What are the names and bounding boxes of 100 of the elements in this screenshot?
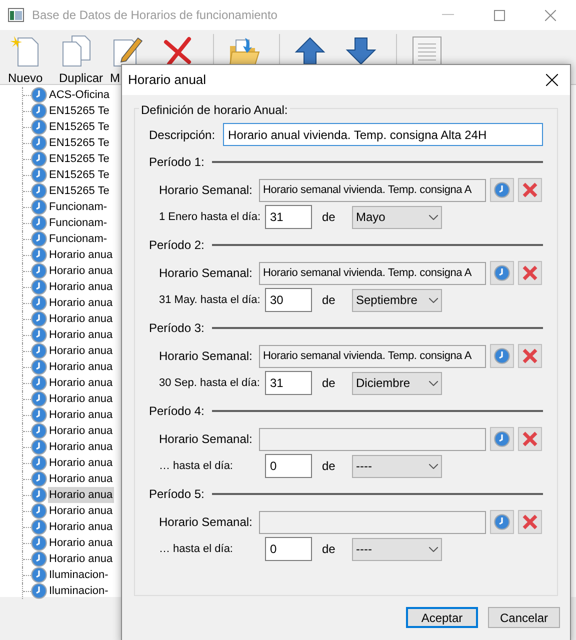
clock-icon: [31, 247, 47, 263]
tree-item[interactable]: Horario anua: [48, 278, 114, 296]
weekly-schedule-label: Horario Semanal:: [159, 431, 254, 448]
clock-icon: [31, 487, 47, 503]
tree-item[interactable]: Funcionam-: [48, 198, 108, 216]
cancel-button[interactable]: Cancelar: [488, 607, 560, 628]
tree-item[interactable]: Horario anua: [48, 502, 114, 520]
tree-item[interactable]: Horario anua: [48, 454, 114, 472]
clear-schedule-button[interactable]: [518, 261, 542, 285]
minimize-icon[interactable]: [442, 14, 454, 16]
tree-item[interactable]: Iluminacion-: [48, 582, 110, 600]
clock-icon: [494, 431, 510, 447]
weekly-schedule-label: Horario Semanal:: [159, 514, 254, 531]
tree-item[interactable]: Horario anua: [48, 262, 114, 280]
accept-button[interactable]: Aceptar: [406, 607, 478, 628]
tree-item[interactable]: Horario anua: [48, 246, 114, 264]
end-day-field[interactable]: 30: [265, 288, 312, 312]
tree-item[interactable]: Iluminacion-: [48, 566, 110, 584]
month-select[interactable]: Mayo: [352, 206, 442, 228]
tree-item[interactable]: Horario anua: [48, 518, 114, 536]
weekly-schedule-field[interactable]: Horario semanal vivienda. Temp. consigna A: [259, 344, 486, 368]
tree-item[interactable]: Funcionam-: [48, 230, 108, 248]
weekly-schedule-field[interactable]: Horario semanal vivienda. Temp. consigna A: [259, 178, 486, 202]
clock-icon: [31, 167, 47, 183]
tree-item[interactable]: Horario anua: [48, 310, 114, 328]
weekly-schedule-label: Horario Semanal:: [159, 182, 254, 199]
of-label: de: [322, 375, 336, 392]
tree-item[interactable]: EN15265 Te: [48, 166, 110, 184]
end-day-field[interactable]: 31: [265, 371, 312, 395]
clock-icon: [31, 471, 47, 487]
month-select[interactable]: Septiembre: [352, 288, 442, 312]
clear-schedule-button[interactable]: [518, 344, 542, 368]
description-field[interactable]: Horario anual vivienda. Temp. consigna Alta 24H: [223, 123, 543, 146]
clock-icon: [494, 182, 510, 198]
clock-icon: [31, 311, 47, 327]
tree-item[interactable]: EN15265 Te: [48, 134, 110, 152]
tree-item[interactable]: Horario anua: [48, 550, 114, 568]
end-day-label: 31 May. hasta el día:: [159, 292, 262, 308]
clock-icon: [31, 423, 47, 439]
clock-icon: [494, 514, 510, 530]
clock-icon: [31, 551, 47, 567]
maximize-icon[interactable]: [494, 10, 505, 20]
tree-item[interactable]: Horario anua: [48, 342, 114, 360]
pick-schedule-button[interactable]: [490, 261, 514, 285]
end-day-label: 1 Enero hasta el día:: [159, 210, 262, 225]
tree-item[interactable]: EN15265 Te: [48, 118, 110, 136]
clock-icon: [31, 263, 47, 279]
tree-item[interactable]: EN15265 Te: [48, 182, 110, 200]
clock-icon: [31, 535, 47, 551]
tree-item[interactable]: Horario anua: [48, 422, 114, 440]
clock-icon: [31, 503, 47, 519]
end-day-label: … hasta el día:: [159, 542, 234, 557]
weekly-schedule-field[interactable]: [259, 428, 486, 450]
clock-icon: [31, 151, 47, 167]
period-title: Período 2:: [149, 237, 204, 254]
month-select[interactable]: Diciembre: [352, 372, 442, 394]
of-label: de: [322, 458, 336, 475]
pick-schedule-button[interactable]: [490, 344, 514, 368]
end-day-field[interactable]: 0: [265, 537, 312, 561]
tree-item[interactable]: Horario anua: [48, 534, 114, 552]
tree-item[interactable]: Horario anua: [48, 294, 114, 312]
description-label: Descripción:: [149, 126, 216, 144]
clock-icon: [31, 135, 47, 151]
tree-item[interactable]: Horario anua: [48, 470, 114, 488]
tree-item[interactable]: Horario anua: [48, 438, 114, 456]
tree-item[interactable]: Horario anua: [48, 390, 114, 408]
of-label: de: [322, 292, 336, 309]
chevron-down-icon: [429, 298, 438, 302]
tree-item[interactable]: Funcionam-: [48, 214, 108, 232]
tree-item[interactable]: EN15265 Te: [48, 102, 110, 120]
weekly-schedule-field[interactable]: [259, 510, 486, 534]
clear-schedule-button[interactable]: [518, 178, 542, 202]
tree-item[interactable]: ACS-Oficina: [48, 86, 111, 104]
month-select[interactable]: ----: [352, 454, 442, 478]
tree-item[interactable]: EN15265 Te: [48, 150, 110, 168]
clear-schedule-button[interactable]: [518, 510, 542, 534]
close-icon[interactable]: [546, 74, 558, 86]
clear-icon: [522, 265, 538, 281]
pick-schedule-button[interactable]: [490, 427, 514, 451]
toolbar-label[interactable]: M: [110, 69, 120, 87]
clock-icon: [31, 375, 47, 391]
end-day-field[interactable]: 31: [265, 205, 312, 229]
end-day-label: … hasta el día:: [159, 458, 234, 474]
tree-item[interactable]: Horario anua: [48, 374, 114, 392]
month-select[interactable]: ----: [352, 538, 442, 560]
pick-schedule-button[interactable]: [490, 178, 514, 202]
clear-schedule-button[interactable]: [518, 427, 542, 451]
chevron-down-icon: [429, 546, 438, 552]
tree-item[interactable]: Horario anua: [48, 486, 114, 504]
toolbar-label[interactable]: Nuevo: [8, 69, 43, 87]
toolbar-label[interactable]: Duplicar: [59, 69, 104, 87]
end-day-field[interactable]: 0: [265, 454, 312, 478]
tree-item[interactable]: Horario anua: [48, 326, 114, 344]
clock-icon: [31, 279, 47, 295]
period-title: Período 5:: [149, 486, 204, 503]
tree-item[interactable]: Horario anua: [48, 406, 114, 424]
tree-item[interactable]: Horario anua: [48, 358, 114, 376]
pick-schedule-button[interactable]: [490, 510, 514, 534]
clock-icon: [31, 359, 47, 375]
weekly-schedule-field[interactable]: Horario semanal vivienda. Temp. consigna A: [259, 262, 486, 284]
